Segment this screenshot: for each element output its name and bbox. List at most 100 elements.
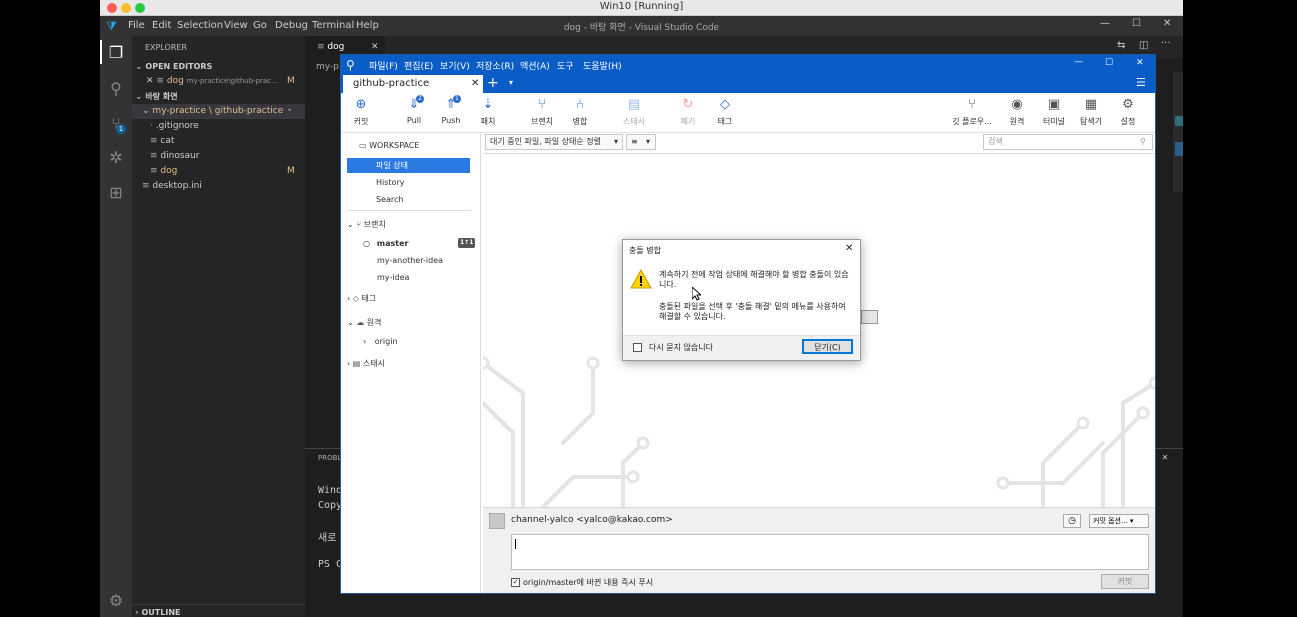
search-input[interactable]: 검색 ⚲ bbox=[983, 134, 1153, 150]
file-icon: ≡ bbox=[150, 166, 158, 176]
branch-item[interactable]: my-idea bbox=[377, 270, 477, 285]
commit-message-input[interactable] bbox=[511, 534, 1149, 570]
remote-origin[interactable]: › origin bbox=[363, 334, 475, 349]
chevron-down-icon: ⌄ bbox=[347, 220, 354, 229]
file-item[interactable]: ≡ desktop.ini bbox=[132, 179, 305, 194]
st-menu-actions[interactable]: 액션(A) bbox=[520, 59, 550, 72]
open-editors-section[interactable]: ⌄ OPEN EDITORS bbox=[132, 59, 305, 74]
panel-tab-problems[interactable]: PROBL bbox=[318, 454, 341, 462]
branch-master[interactable]: ○ master 1↑1 bbox=[363, 236, 476, 251]
branch-item[interactable]: my-another-idea bbox=[377, 253, 477, 268]
more-icon[interactable]: ··· bbox=[1161, 38, 1171, 49]
dont-ask-checkbox[interactable] bbox=[633, 343, 642, 352]
nav-file-status[interactable]: 파일 상태 bbox=[347, 158, 470, 173]
commit-options-dropdown[interactable]: 커밋 옵션... ▾ bbox=[1089, 514, 1149, 528]
breadcrumb: my-p bbox=[316, 62, 339, 72]
nav-history[interactable]: History bbox=[376, 175, 476, 190]
open-editor-item[interactable]: ✕ ≡ dog my-practice\github-prac... M bbox=[132, 74, 305, 89]
commit-button[interactable]: ⊕ 커밋 bbox=[341, 97, 381, 127]
folder-section[interactable]: ⌄ 바탕 화면 bbox=[132, 89, 305, 104]
filter-select[interactable]: 대기 중인 파일, 파일 상태순 정렬 ▾ bbox=[485, 134, 623, 150]
discard-button[interactable]: ↻ 폐기 bbox=[668, 97, 708, 127]
vm-title: Win10 [Running] bbox=[599, 1, 684, 12]
branch-button[interactable]: ⑂ 브랜치 bbox=[522, 97, 562, 127]
stash-icon: ▤ bbox=[352, 359, 361, 368]
st-menu-view[interactable]: 보기(V) bbox=[440, 59, 470, 72]
commit-submit-button[interactable]: 커밋 bbox=[1101, 574, 1149, 589]
branches-section[interactable]: ⌄ ⑂ 브랜치 bbox=[347, 217, 487, 232]
close-icon[interactable]: ✕ bbox=[1136, 58, 1144, 68]
st-menu-edit[interactable]: 편집(E) bbox=[404, 59, 433, 72]
terminal-line: 새로 bbox=[318, 533, 337, 544]
maximize-icon[interactable]: ☐ bbox=[1105, 58, 1113, 68]
git-flow-button[interactable]: ⑂ 깃 플로우... bbox=[947, 97, 997, 127]
repo-folder[interactable]: ⌄ my-practice \ github-practice • bbox=[132, 104, 305, 119]
branch-icon: ⑂ bbox=[356, 220, 362, 229]
close-icon[interactable]: ✕ bbox=[1163, 18, 1171, 29]
chevron-down-icon[interactable]: ▾ bbox=[509, 78, 513, 87]
modified-badge: M bbox=[287, 76, 295, 86]
explorer-button[interactable]: ▦ 탐색기 bbox=[1071, 97, 1111, 127]
maximize-icon[interactable]: ☐ bbox=[1132, 18, 1141, 29]
settings-button[interactable]: ⚙ 설정 bbox=[1108, 97, 1148, 127]
outline-section[interactable]: › OUTLINE bbox=[132, 604, 305, 617]
terminal-button[interactable]: ▣ 터미널 bbox=[1034, 97, 1074, 127]
minimize-icon[interactable]: — bbox=[1100, 18, 1110, 29]
explorer-icon[interactable]: ❐ bbox=[107, 44, 125, 62]
file-item[interactable]: ≡ cat bbox=[132, 134, 305, 149]
extensions-icon[interactable]: ⊞ bbox=[107, 184, 125, 202]
pull-button[interactable]: ⇓ 2 Pull bbox=[394, 95, 434, 125]
remotes-section[interactable]: ⌄ ☁ 원격 bbox=[347, 315, 487, 330]
push-immediately-label: origin/master에 바뀐 내용 즉시 푸시 bbox=[523, 578, 654, 587]
file-icon: ≡ bbox=[142, 181, 150, 191]
file-item[interactable]: ≡ dog M bbox=[132, 164, 305, 179]
stashes-section[interactable]: › ▤ 스태시 bbox=[347, 356, 487, 371]
fetch-button[interactable]: ⇣ 패치 bbox=[468, 97, 508, 127]
history-clock-icon[interactable]: ◷ bbox=[1063, 514, 1081, 528]
file-icon: ≡ bbox=[317, 42, 325, 52]
dont-ask-label: 다시 묻지 않습니다 bbox=[649, 343, 713, 352]
remote-button[interactable]: ◉ 원격 bbox=[997, 97, 1037, 127]
repo-tab[interactable]: github-practice ✕ bbox=[343, 75, 483, 93]
close-icon[interactable]: ✕ bbox=[845, 243, 853, 254]
merge-button[interactable]: ⑃ 병합 bbox=[560, 97, 600, 127]
split-editor-icon[interactable]: ◫ bbox=[1139, 40, 1148, 51]
st-menu-tools[interactable]: 도구 bbox=[557, 59, 574, 72]
gear-icon: ⚙ bbox=[1122, 97, 1134, 112]
globe-icon: ◉ bbox=[1011, 97, 1023, 112]
debug-icon[interactable]: ✲ bbox=[107, 149, 125, 167]
dialog-close-button[interactable]: 닫기(C) bbox=[802, 339, 853, 354]
file-item[interactable]: · .gitignore bbox=[132, 119, 305, 134]
circuit-decoration bbox=[483, 356, 1155, 507]
file-name: .gitignore bbox=[155, 121, 199, 131]
stash-button[interactable]: ▤ 스태시 bbox=[614, 97, 654, 127]
close-panel-icon[interactable]: ✕ bbox=[1162, 452, 1168, 463]
gear-icon[interactable]: ⚙ bbox=[107, 592, 125, 610]
fetch-icon: ⇣ bbox=[482, 97, 494, 112]
commit-icon: ⊕ bbox=[355, 97, 367, 112]
close-icon[interactable]: ✕ bbox=[471, 75, 479, 93]
search-icon[interactable]: ⚲ bbox=[107, 80, 125, 98]
close-icon[interactable]: ✕ bbox=[132, 76, 154, 86]
hamburger-icon[interactable]: ☰ bbox=[1136, 76, 1146, 89]
add-tab-icon[interactable]: + bbox=[487, 75, 499, 92]
minimize-icon[interactable]: — bbox=[1074, 57, 1083, 67]
st-menu-file[interactable]: 파일(F) bbox=[369, 59, 398, 72]
sourcetree-title-bar: ⚲ 파일(F) 편집(E) 보기(V) 저장소(R) 액션(A) 도구 도움말(… bbox=[341, 55, 1155, 75]
file-item[interactable]: ≡ dinosaur bbox=[132, 149, 305, 164]
terminal-line: Wind bbox=[318, 485, 343, 496]
st-menu-help[interactable]: 도움말(H) bbox=[583, 59, 622, 72]
push-immediately-checkbox[interactable]: ✓ bbox=[511, 578, 520, 587]
st-menu-repository[interactable]: 저장소(R) bbox=[476, 59, 514, 72]
nav-search[interactable]: Search bbox=[376, 192, 476, 207]
repo-label: my-practice \ github-practice bbox=[152, 106, 284, 116]
file-name: dinosaur bbox=[160, 151, 200, 161]
warning-icon bbox=[630, 269, 652, 289]
tags-section[interactable]: › ◇ 태그 bbox=[347, 291, 487, 306]
tab-label: dog bbox=[327, 42, 345, 52]
push-button[interactable]: ⇑ 1 Push bbox=[431, 95, 471, 125]
file-name: dog bbox=[160, 166, 178, 176]
compare-icon[interactable]: ⇆ bbox=[1117, 40, 1125, 51]
view-mode-select[interactable]: ≡ ▾ bbox=[626, 134, 656, 150]
tag-button[interactable]: ◇ 태그 bbox=[705, 97, 745, 127]
